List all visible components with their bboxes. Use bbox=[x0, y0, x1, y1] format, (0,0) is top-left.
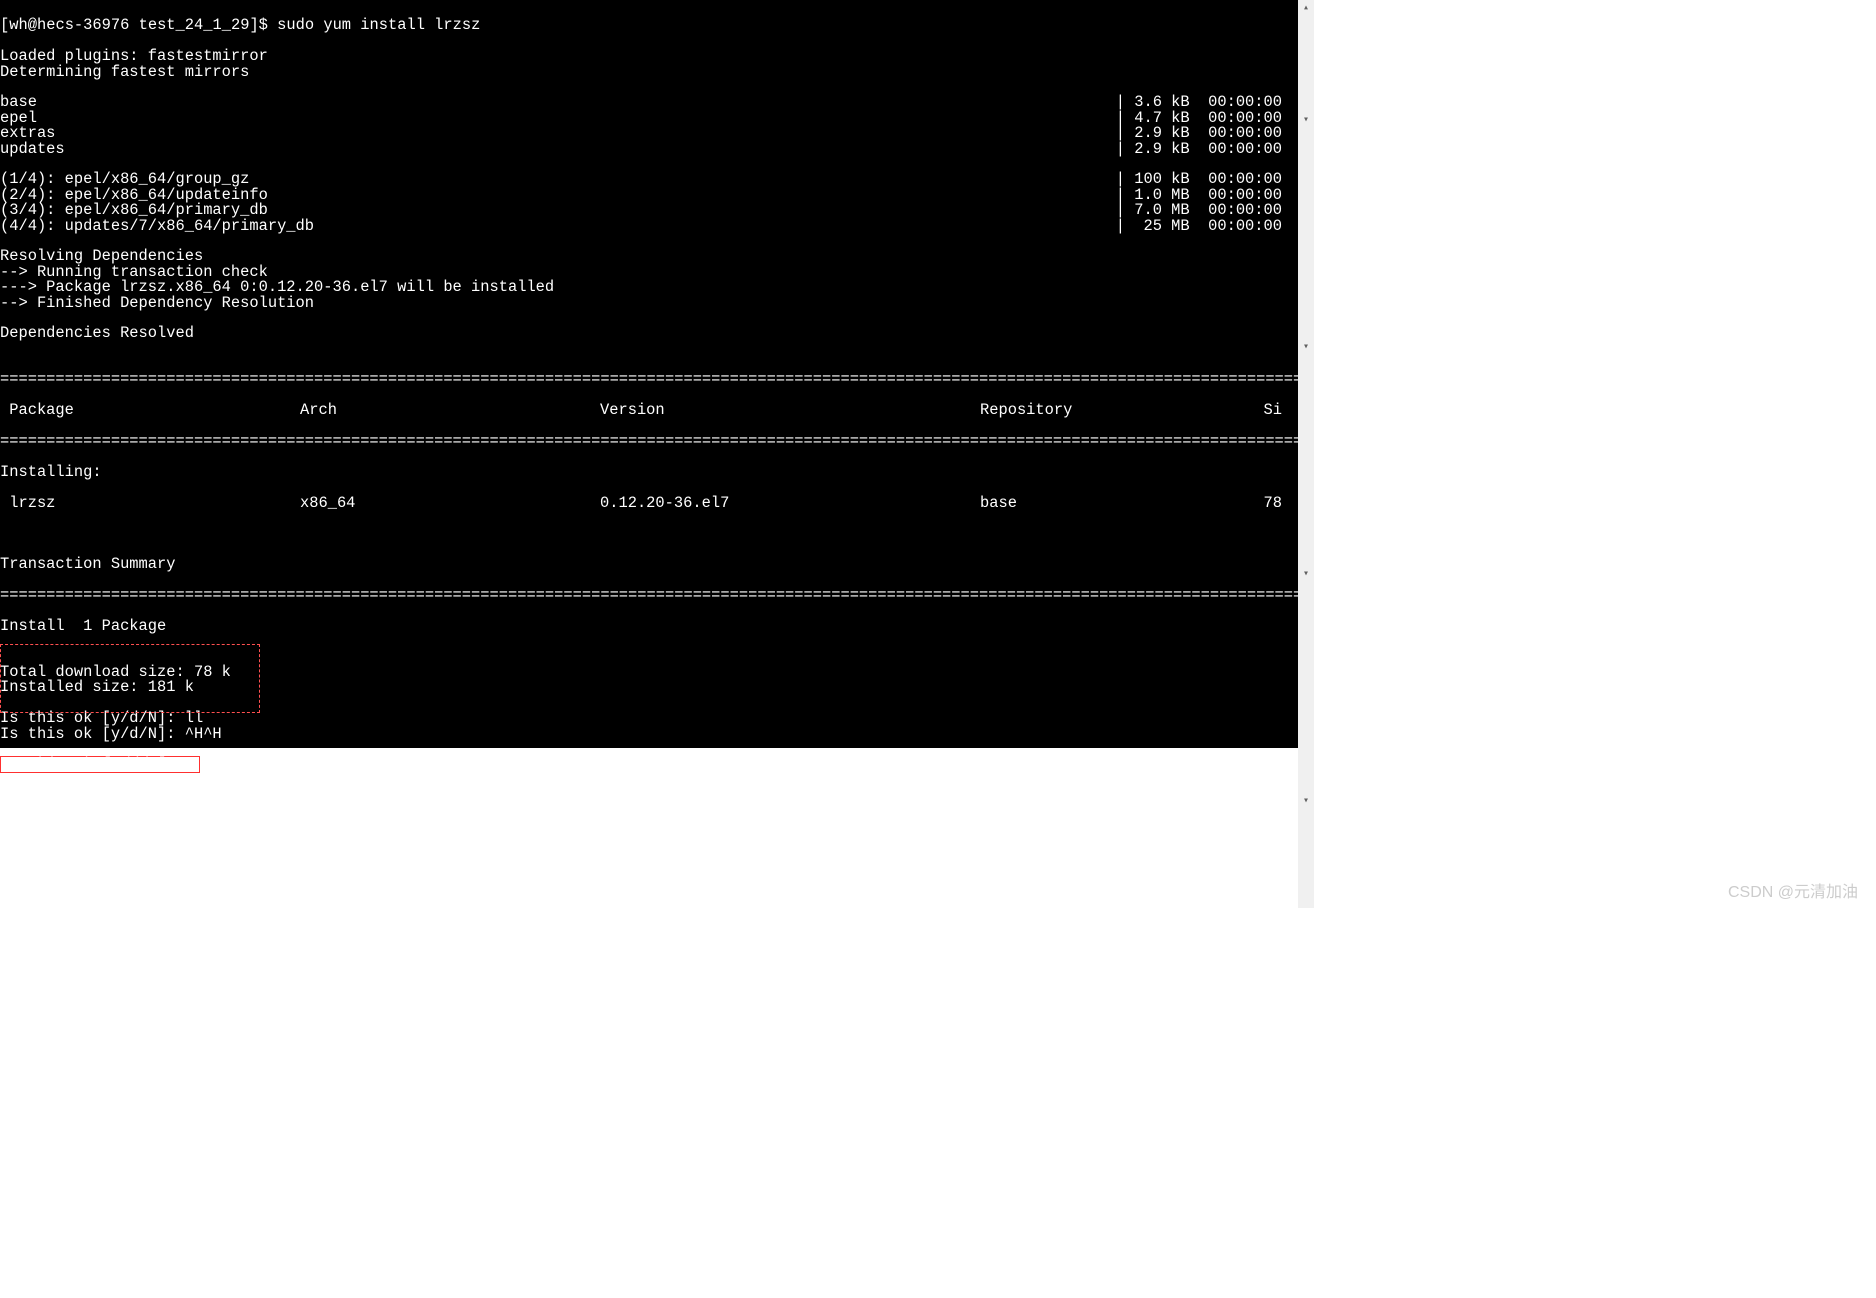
prompt-line-1: [wh@hecs-36976 test_24_1_29]$ sudo yum i… bbox=[0, 18, 480, 33]
output-line bbox=[0, 342, 1298, 357]
scroll-down-icon[interactable]: ▾ bbox=[1298, 793, 1314, 809]
rule-mid2: ========================================… bbox=[0, 588, 1298, 603]
repo-line: updates| 2.9 kB 00:00:00 bbox=[0, 142, 1298, 157]
step-line: Verifying : lrzsz-0.12.20-36.el7.x86_641 bbox=[0, 942, 1298, 957]
repo-line: epel| 4.7 kB 00:00:00 bbox=[0, 111, 1298, 126]
output-line: lrzsz.x86_64 0:0.12.20-36.el7 bbox=[0, 1004, 1298, 1019]
rule-top: ========================================… bbox=[0, 372, 1298, 387]
output-line bbox=[0, 973, 1298, 988]
output-line: Complete! bbox=[0, 1035, 1298, 1050]
prompt-line-2: [wh@hecs-36976 test_24_1_29]$ ll bbox=[0, 1065, 296, 1080]
scroll-up-icon[interactable]: ▴ bbox=[1298, 0, 1314, 16]
output-line: Running transaction bbox=[0, 896, 1298, 911]
scroll-down-icon[interactable]: ▾ bbox=[1298, 566, 1314, 582]
scroll-down-icon[interactable]: ▾ bbox=[1298, 339, 1314, 355]
txn-summary: Transaction Summary bbox=[0, 557, 1298, 572]
output-line bbox=[0, 1019, 1298, 1034]
scrollbar[interactable]: ▴ ▾ ▾ ▾ ▾ bbox=[1298, 0, 1314, 908]
output-line: Transaction test succeeded bbox=[0, 881, 1298, 896]
installing-label: Installing: bbox=[0, 465, 1298, 480]
output-line: --> Finished Dependency Resolution bbox=[0, 296, 1298, 311]
output-line: Determining fastest mirrors bbox=[0, 65, 1298, 80]
tail-line: total 20 bbox=[0, 1096, 1298, 1111]
output-line: Installed size: 181 k bbox=[0, 680, 1298, 695]
confirm-line: Is this ok [y/d/N]: ^H^H bbox=[0, 727, 1298, 742]
blank bbox=[0, 526, 1298, 541]
output-line: Dependencies Resolved bbox=[0, 326, 1298, 341]
watermark: CSDN @元清加油 bbox=[1728, 878, 1858, 902]
output-line bbox=[0, 311, 1298, 326]
install-count: Install 1 Package bbox=[0, 619, 1298, 634]
output-line: Downloading packages: bbox=[0, 788, 1298, 803]
pkg-download: lrzsz-0.12.20-36.el7.x86_64.rpm| 78 kB 0… bbox=[0, 819, 1298, 834]
download-line: (4/4): updates/7/x86_64/primary_db| 25 M… bbox=[0, 219, 1298, 234]
table-header: PackageArchVersionRepositorySi bbox=[0, 403, 1298, 418]
scroll-down-icon[interactable]: ▾ bbox=[1298, 112, 1314, 128]
rule-mid1: ========================================… bbox=[0, 434, 1298, 449]
confirm-yes-highlight: Is this ok [y/d/N]: y bbox=[0, 756, 200, 772]
confirm-boxed-row: Is this ok [y/d/N]: y bbox=[0, 757, 1298, 772]
repo-line: base| 3.6 kB 00:00:00 bbox=[0, 95, 1298, 110]
table-row: lrzszx86_640.12.20-36.el7base78 bbox=[0, 496, 1298, 511]
terminal-output[interactable]: [wh@hecs-36976 test_24_1_29]$ sudo yum i… bbox=[0, 0, 1298, 748]
repo-line: extras| 2.9 kB 00:00:00 bbox=[0, 126, 1298, 141]
output-line: Total download size: 78 k bbox=[0, 665, 1298, 680]
